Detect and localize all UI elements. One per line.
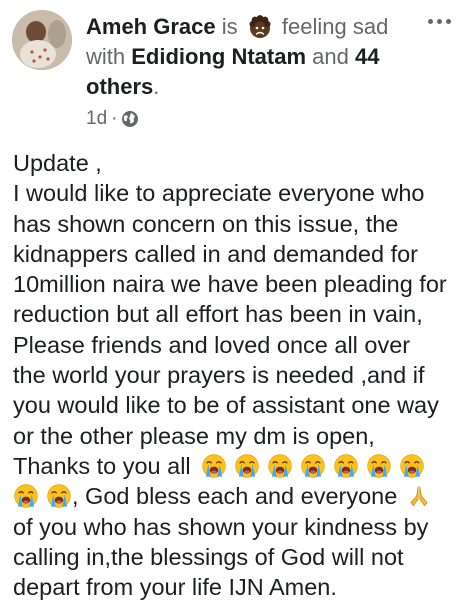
body-line: the world your prayers is needed ,and if xyxy=(13,362,425,389)
timestamp[interactable]: 1d xyxy=(86,108,107,130)
sad-face-icon xyxy=(248,15,272,39)
folded-hands-icon xyxy=(406,483,432,509)
with-text: with xyxy=(86,44,126,69)
post-meta: 1d · xyxy=(86,108,139,130)
thanks-line: Thanks to you all xyxy=(13,451,461,481)
loudly-crying-face-icon xyxy=(399,453,425,479)
body-line: you would like to be of assistant one wa… xyxy=(13,392,439,419)
more-options-icon xyxy=(445,18,451,24)
globe-icon xyxy=(121,110,139,128)
loudly-crying-face-icon xyxy=(267,453,293,479)
meta-separator: · xyxy=(111,108,118,129)
loudly-crying-face-icon xyxy=(46,483,72,509)
body-line: kidnappers called in and demanded for xyxy=(13,240,418,267)
loudly-crying-face-icon xyxy=(201,453,227,479)
body-line: 10million naira we have been pleading fo… xyxy=(13,271,447,298)
more-options-button[interactable] xyxy=(422,10,456,32)
more-options-icon xyxy=(436,18,442,24)
body-line: Update , xyxy=(13,150,102,176)
loudly-crying-face-icon xyxy=(13,483,39,509)
post-header: Ameh Grace is feeling sad with Edidiong … xyxy=(86,12,416,102)
body-line: or the other please my dm is open, xyxy=(13,422,375,449)
feeling-text: feeling sad xyxy=(281,14,389,39)
post-body: Update , I would like to appreciate ever… xyxy=(13,148,461,602)
and-text: and xyxy=(312,44,349,69)
author-name[interactable]: Ameh Grace xyxy=(86,14,216,39)
more-options-icon xyxy=(427,18,433,24)
loudly-crying-face-icon xyxy=(366,453,392,479)
body-line: has shown concern on this issue, the xyxy=(13,210,399,237)
loudly-crying-face-icon xyxy=(333,453,359,479)
bless-text: , God bless each and everyone xyxy=(72,483,398,510)
avatar[interactable] xyxy=(12,10,72,70)
thanks-text: Thanks to you all xyxy=(13,452,191,479)
body-line: Please friends and loved once all over xyxy=(13,331,411,358)
post-card: Ameh Grace is feeling sad with Edidiong … xyxy=(0,0,468,603)
body-line: I would like to appreciate everyone who xyxy=(13,180,425,207)
body-line: of you who has shown your kindness by xyxy=(13,513,429,540)
loudly-crying-face-icon xyxy=(300,453,326,479)
body-line: depart from your life IJN Amen. xyxy=(13,574,337,601)
header-period: . xyxy=(153,74,160,99)
loudly-crying-face-icon xyxy=(234,453,260,479)
body-line: calling in,the blessings of God will not xyxy=(13,543,404,570)
body-line: reduction but all effort has been in vai… xyxy=(13,301,423,328)
bless-line: , God bless each and everyone xyxy=(13,481,461,511)
is-text: is xyxy=(221,14,238,39)
tagged-person-link[interactable]: Edidiong Ntatam xyxy=(131,44,306,69)
